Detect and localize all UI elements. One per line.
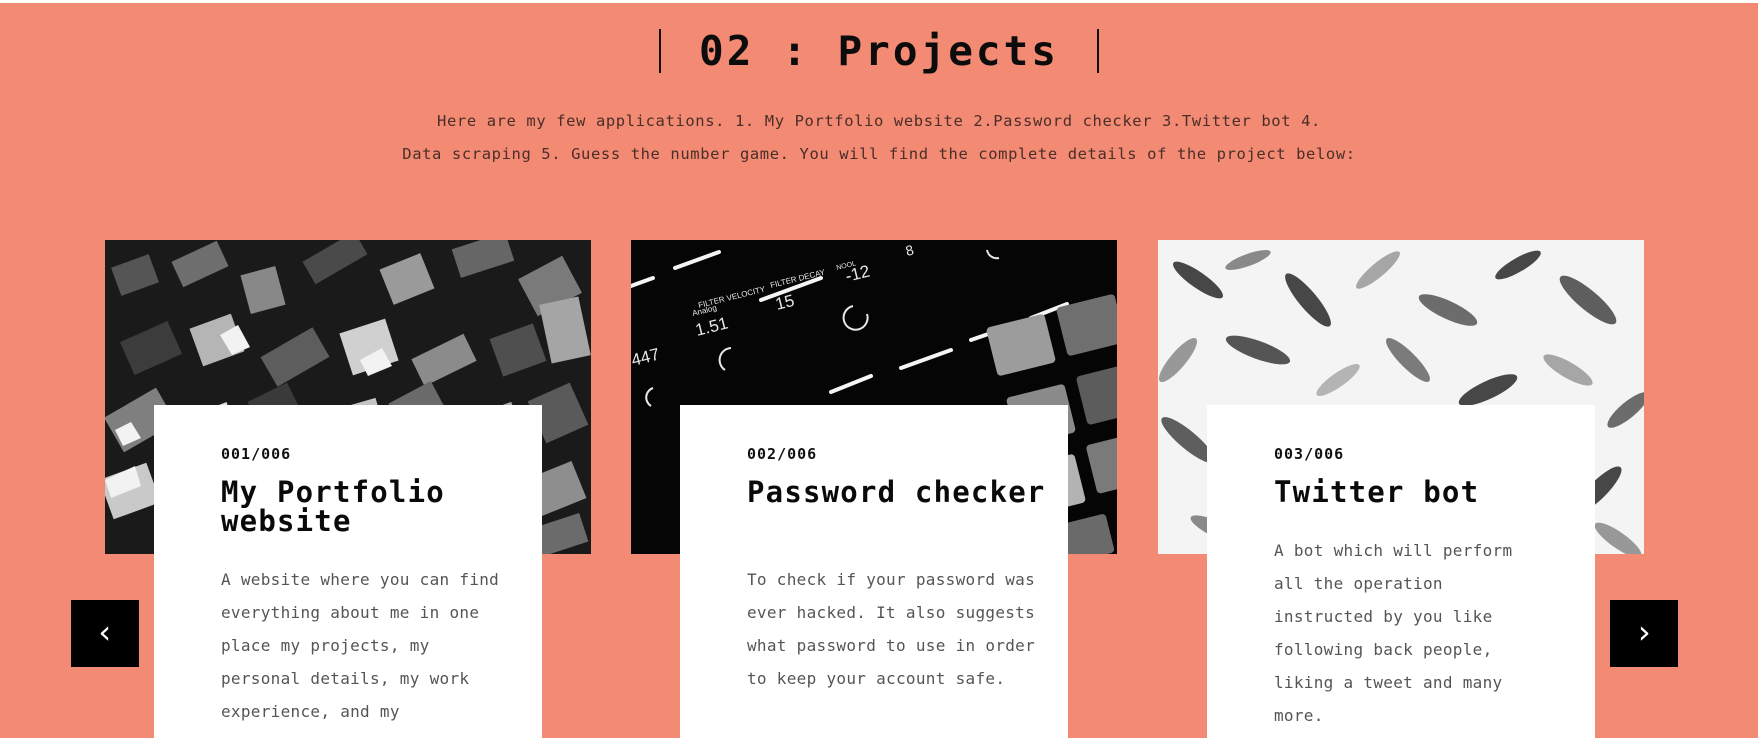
project-number: 001/006 xyxy=(221,445,292,463)
projects-section: 02 : Projects Here are my few applicatio… xyxy=(0,3,1758,738)
project-card-password-checker[interactable]: 002/006 Password checker To check if you… xyxy=(680,405,1068,738)
section-title: 02 : Projects xyxy=(659,29,1099,73)
section-title-wrap: 02 : Projects xyxy=(0,29,1758,73)
section-intro: Here are my few applications. 1. My Port… xyxy=(379,105,1379,171)
project-description: A website where you can find everything … xyxy=(221,570,500,721)
project-title: Password checker xyxy=(747,475,1046,509)
project-number: 002/006 xyxy=(747,445,818,463)
chevron-right-icon: › xyxy=(1634,613,1654,651)
project-description: A bot which will perform all the operati… xyxy=(1274,541,1513,725)
project-card-portfolio[interactable]: 001/006 My Portfolio website A website w… xyxy=(154,405,542,738)
project-description: To check if your password was ever hacke… xyxy=(747,570,1036,688)
project-title: My Portfolio website xyxy=(221,475,445,538)
chevron-left-icon: ‹ xyxy=(95,613,115,651)
intro-line-1: Here are my few applications. 1. My Port… xyxy=(437,112,1321,130)
project-card-twitter-bot[interactable]: 003/006 Twitter bot A bot which will per… xyxy=(1207,405,1595,738)
intro-line-2: Data scraping 5. Guess the number game. … xyxy=(402,145,1356,163)
project-number: 003/006 xyxy=(1274,445,1345,463)
carousel-prev-button[interactable]: ‹ xyxy=(71,600,139,667)
project-title: Twitter bot xyxy=(1274,475,1480,509)
carousel-next-button[interactable]: › xyxy=(1610,600,1678,667)
